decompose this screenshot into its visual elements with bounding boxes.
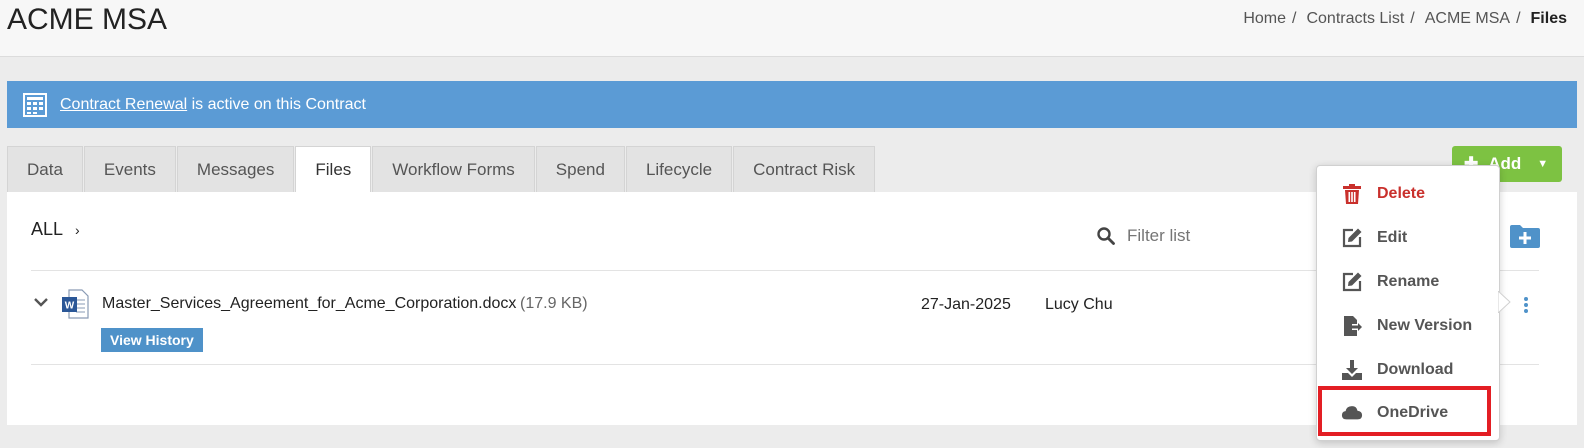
edit-icon <box>1342 228 1362 248</box>
breadcrumb-current: Files <box>1530 10 1567 27</box>
menu-item-rename[interactable]: Rename <box>1317 262 1499 302</box>
table-icon <box>23 92 47 117</box>
tab-messages[interactable]: Messages <box>176 146 295 192</box>
file-date: 27-Jan-2025 <box>921 296 1011 313</box>
divider <box>31 270 1539 271</box>
page-title: ACME MSA <box>7 3 168 36</box>
add-folder-icon[interactable] <box>1509 222 1541 250</box>
breadcrumb-contracts-list[interactable]: Contracts List <box>1306 10 1404 28</box>
kebab-menu-icon[interactable] <box>1522 296 1530 314</box>
tab-contract-risk[interactable]: Contract Risk <box>733 146 876 192</box>
breadcrumb: Home / Contracts List / ACME MSA / Files <box>1243 10 1567 28</box>
chevron-down-icon[interactable] <box>33 296 49 308</box>
search-icon <box>1097 227 1115 245</box>
file-size: (17.9 KB) <box>520 295 588 312</box>
tab-workflow-forms[interactable]: Workflow Forms <box>372 146 535 192</box>
menu-item-label: Delete <box>1377 185 1426 202</box>
divider <box>31 364 1539 365</box>
filter-input[interactable] <box>1127 226 1297 246</box>
menu-item-label: Edit <box>1377 229 1408 246</box>
menu-pointer-arrow <box>1498 291 1511 313</box>
menu-item-edit[interactable]: Edit <box>1317 218 1499 258</box>
trash-icon <box>1343 184 1361 204</box>
page-header: ACME MSA Home / Contracts List / ACME MSA /… <box>0 0 1584 57</box>
chevron-right-icon: › <box>75 221 80 238</box>
word-document-icon: W <box>62 289 89 319</box>
breadcrumb-separator: / <box>1516 10 1521 27</box>
svg-text:W: W <box>65 301 75 312</box>
filter-box <box>1097 226 1297 246</box>
tab-bar: Data Events Messages Files Workflow Form… <box>7 146 876 192</box>
file-import-icon <box>1344 316 1362 336</box>
tab-events[interactable]: Events <box>83 146 176 192</box>
file-name[interactable]: Master_Services_Agreement_for_Acme_Corpo… <box>102 295 516 313</box>
caret-down-icon: ▼ <box>1537 158 1549 170</box>
download-icon <box>1342 360 1362 380</box>
contract-renewal-link[interactable]: Contract Renewal <box>60 96 187 114</box>
breadcrumb-home[interactable]: Home <box>1243 10 1286 28</box>
view-history-button[interactable]: View History <box>101 328 203 352</box>
alert-message: is active on this Contract <box>187 95 366 113</box>
menu-item-label: Download <box>1377 361 1454 378</box>
tab-data[interactable]: Data <box>7 146 83 192</box>
tab-lifecycle[interactable]: Lifecycle <box>625 146 733 192</box>
scope-label: ALL <box>31 219 64 239</box>
edit-icon <box>1342 272 1362 292</box>
menu-item-label: New Version <box>1377 317 1473 334</box>
breadcrumb-separator: / <box>1292 10 1297 27</box>
menu-item-delete[interactable]: Delete <box>1317 174 1499 214</box>
contract-renewal-alert: Contract Renewal is active on this Contr… <box>7 81 1577 128</box>
breadcrumb-acme-msa[interactable]: ACME MSA <box>1425 10 1510 28</box>
onedrive-highlight-box <box>1318 386 1491 436</box>
menu-item-label: Rename <box>1377 273 1440 290</box>
menu-item-new-version[interactable]: New Version <box>1317 306 1499 346</box>
file-owner: Lucy Chu <box>1045 296 1113 313</box>
tab-spend[interactable]: Spend <box>535 146 625 192</box>
scope-selector[interactable]: ALL › <box>31 219 80 240</box>
tab-files[interactable]: Files <box>295 146 372 192</box>
menu-item-download[interactable]: Download <box>1317 350 1499 390</box>
breadcrumb-separator: / <box>1410 10 1415 27</box>
